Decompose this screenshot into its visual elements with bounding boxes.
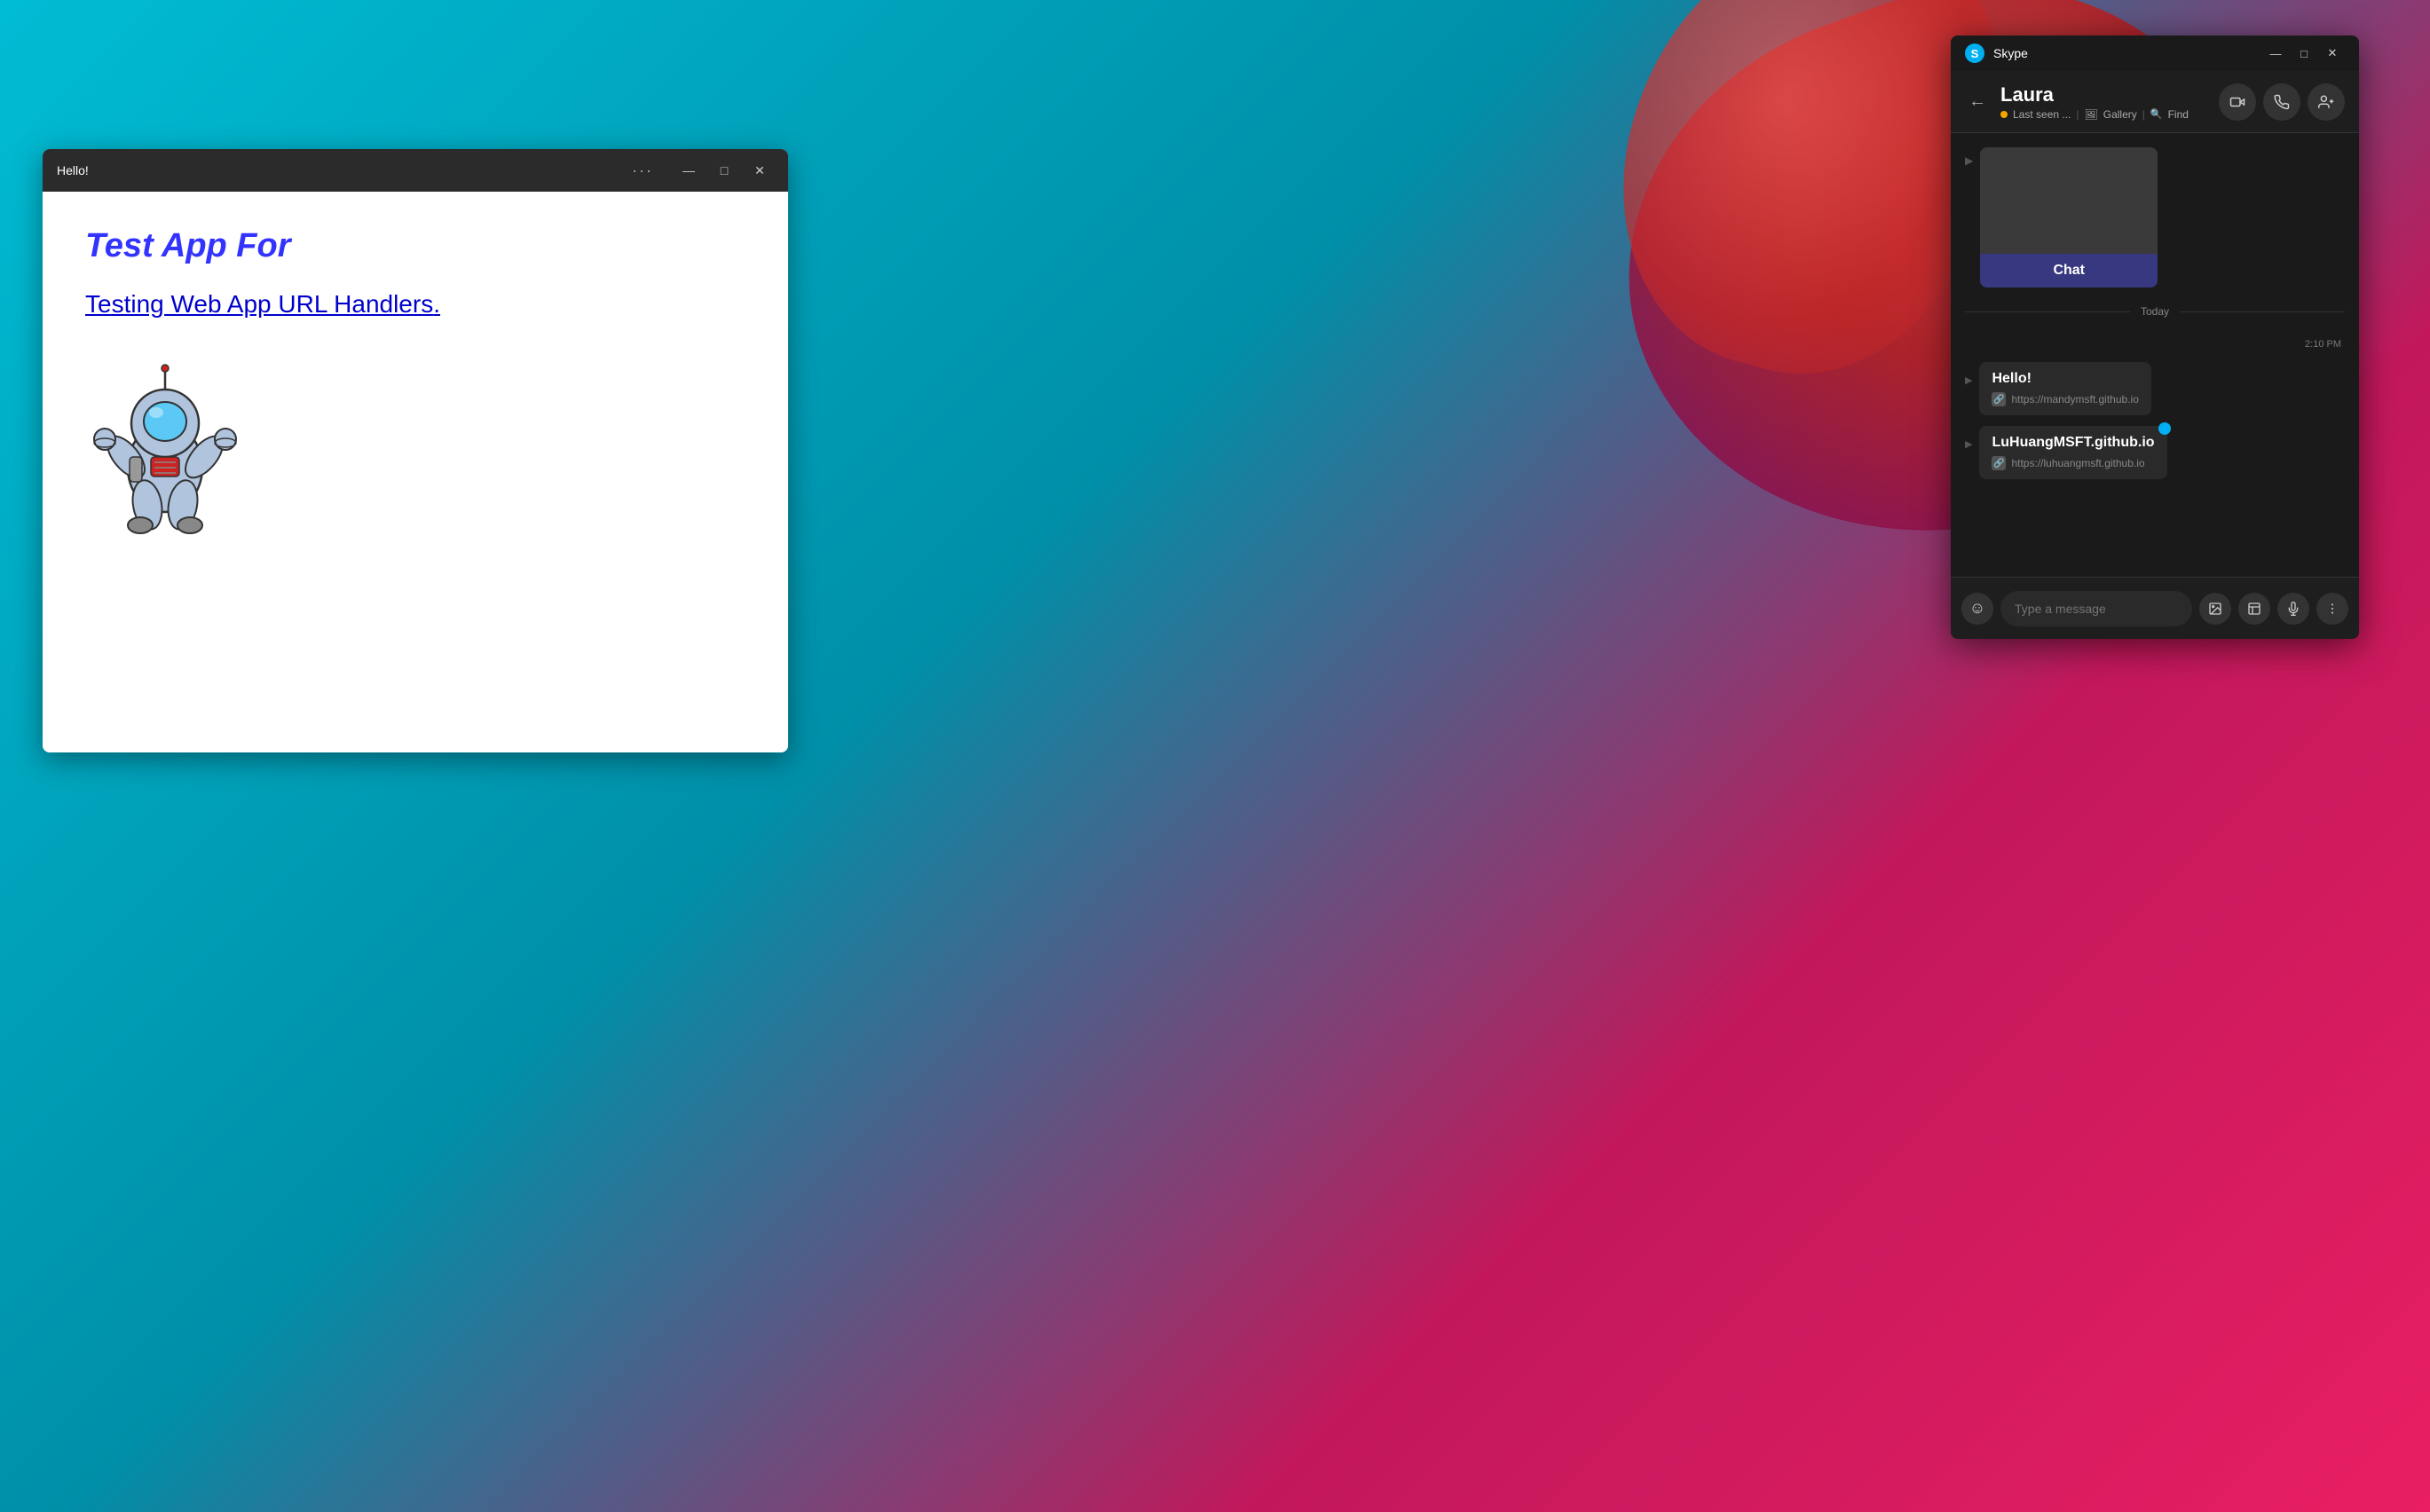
today-label: Today (2141, 305, 2169, 318)
message1-timestamp: 2:10 PM (2305, 339, 2341, 350)
message1-timestamp-area: 2:10 PM (1965, 335, 2345, 351)
today-divider: Today (1965, 305, 2345, 318)
image-icon (2247, 602, 2261, 616)
audio-call-button[interactable] (2263, 83, 2300, 121)
skype-minimize-button[interactable]: — (2263, 43, 2288, 64)
webapp-heading: Test App For (85, 227, 746, 265)
chat-card-label: Chat (1980, 254, 2158, 287)
message1-arrow-icon: ▶ (1965, 374, 1972, 386)
media-icon (2208, 602, 2222, 616)
message1-text: Hello! (1992, 371, 2138, 387)
webapp-maximize-button[interactable]: □ (710, 158, 738, 183)
status-separator: | (2076, 108, 2079, 121)
link-icon2: 🔗 (1992, 456, 2006, 470)
chat-card-image (1980, 147, 2158, 254)
skype-chat-header: ← Laura Last seen ... | 🖼 Gallery | 🔍 Fi… (1951, 71, 2359, 133)
webapp-window-title: Hello! (57, 163, 632, 177)
status-separator2: | (2142, 108, 2145, 121)
add-person-icon (2318, 94, 2334, 110)
media-attach-button[interactable] (2199, 593, 2231, 625)
message2-link[interactable]: 🔗 https://luhuangmsft.github.io (1992, 456, 2154, 470)
gallery-icon-small: 🖼 (2085, 108, 2098, 121)
status-text: Last seen ... (2013, 108, 2071, 121)
message1-bubble: Hello! 🔗 https://mandymsft.github.io (1979, 362, 2150, 415)
skype-app-title: Skype (1993, 46, 2263, 60)
chat-card-arrow-icon: ▶ (1965, 154, 1973, 167)
more-options-button[interactable] (2316, 593, 2348, 625)
skype-window-controls: — □ ✕ (2263, 43, 2345, 64)
video-icon (2229, 94, 2245, 110)
divider-line-left (1965, 311, 2130, 312)
message-input[interactable] (2000, 591, 2192, 626)
skype-close-button[interactable]: ✕ (2320, 43, 2345, 64)
webapp-link[interactable]: Testing Web App URL Handlers. (85, 290, 440, 319)
find-link[interactable]: Find (2168, 108, 2189, 121)
video-call-button[interactable] (2219, 83, 2256, 121)
webapp-close-button[interactable]: ✕ (746, 158, 774, 183)
back-button[interactable]: ← (1965, 88, 1990, 115)
contact-status: Last seen ... | 🖼 Gallery | 🔍 Find (2000, 108, 2208, 121)
message1-row: ▶ Hello! 🔗 https://mandymsft.github.io (1965, 362, 2345, 415)
chat-card-row: ▶ Chat (1965, 147, 2345, 287)
titlebar-dots: ··· (632, 161, 653, 180)
message2-text: LuHuangMSFT.github.io (1992, 435, 2154, 451)
skype-window: S Skype — □ ✕ ← Laura Last seen ... | 🖼 … (1951, 35, 2359, 639)
emoji-button[interactable]: ☺ (1961, 593, 1993, 625)
divider-line-right (2180, 311, 2345, 312)
message1-link-url: https://mandymsft.github.io (2011, 393, 2138, 406)
microphone-icon (2286, 602, 2300, 616)
gallery-link[interactable]: Gallery (2103, 108, 2137, 121)
message2-arrow-icon: ▶ (1965, 438, 1972, 450)
contact-info: Laura Last seen ... | 🖼 Gallery | 🔍 Find (2000, 83, 2208, 121)
chat-body: ▶ Chat Today 2:10 PM ▶ Hello! 🔗 https://… (1951, 133, 2359, 577)
message-input-area: ☺ (1951, 577, 2359, 639)
message2-unread-dot (2158, 422, 2171, 435)
skype-logo-icon: S (1965, 43, 1984, 63)
message2-bubble: LuHuangMSFT.github.io 🔗 https://luhuangm… (1979, 426, 2166, 479)
image-button[interactable] (2238, 593, 2270, 625)
status-dot-icon (2000, 111, 2008, 118)
more-options-icon (2325, 602, 2339, 616)
webapp-link-container: Testing Web App URL Handlers. (85, 290, 746, 354)
astronaut-illustration (85, 361, 245, 539)
webapp-titlebar: Hello! ··· — □ ✕ (43, 149, 788, 192)
webapp-window: Hello! ··· — □ ✕ Test App For Testing We… (43, 149, 788, 752)
contact-name: Laura (2000, 83, 2208, 106)
message2-row: ▶ LuHuangMSFT.github.io 🔗 https://luhuan… (1965, 426, 2345, 479)
add-participant-button[interactable] (2308, 83, 2345, 121)
webapp-minimize-button[interactable]: — (675, 158, 703, 183)
webapp-titlebar-controls: ··· — □ ✕ (632, 158, 774, 183)
header-actions (2219, 83, 2345, 121)
message2-link-url: https://luhuangmsft.github.io (2011, 457, 2144, 469)
message1-link[interactable]: 🔗 https://mandymsft.github.io (1992, 392, 2138, 406)
skype-titlebar: S Skype — □ ✕ (1951, 35, 2359, 71)
skype-maximize-button[interactable]: □ (2292, 43, 2316, 64)
chat-card[interactable]: Chat (1980, 147, 2158, 287)
webapp-content: Test App For Testing Web App URL Handler… (43, 192, 788, 752)
astronaut-container (85, 361, 746, 543)
link-icon: 🔗 (1992, 392, 2006, 406)
phone-icon (2274, 94, 2290, 110)
audio-button[interactable] (2277, 593, 2309, 625)
find-icon-small: 🔍 (2150, 108, 2163, 120)
